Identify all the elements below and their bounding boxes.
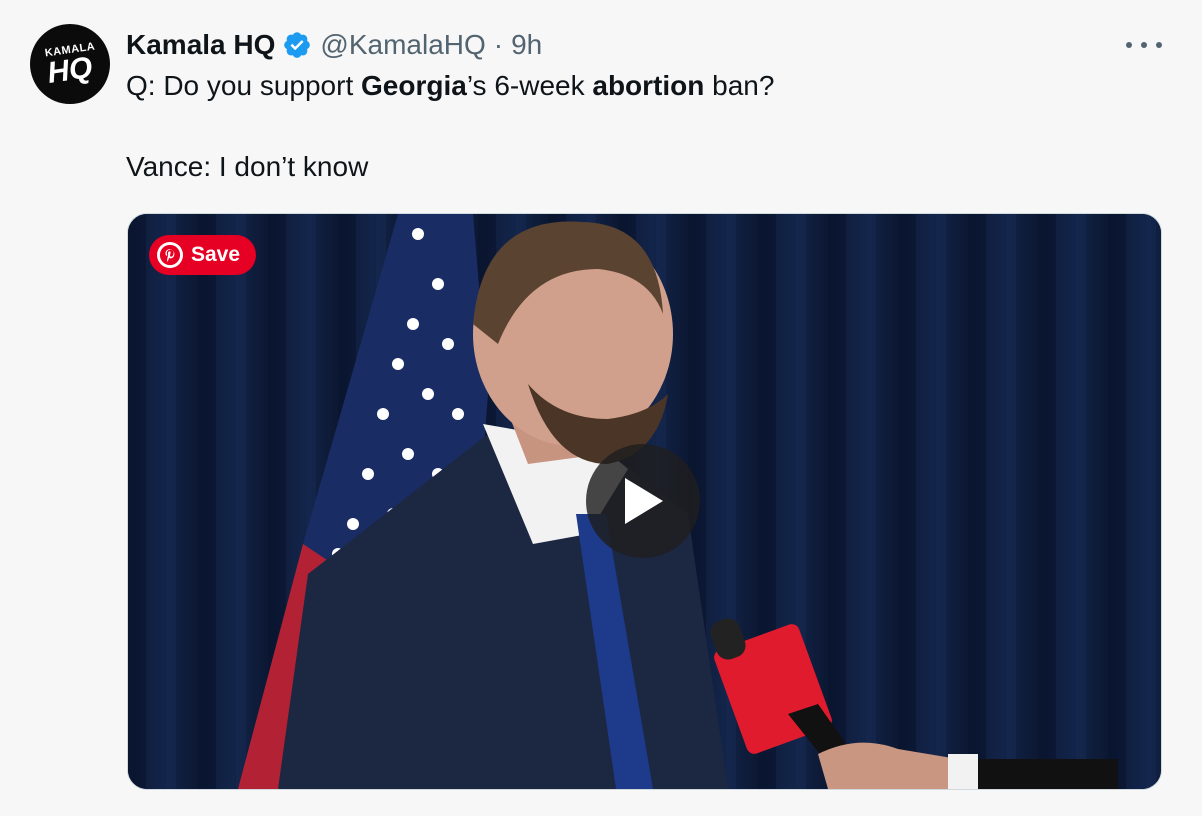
text-segment: ’s 6-week [466, 70, 593, 101]
pinterest-save-button[interactable]: Save [149, 235, 257, 275]
play-icon [625, 478, 663, 524]
handle[interactable]: @KamalaHQ [320, 29, 485, 61]
timestamp[interactable]: 9h [511, 29, 542, 61]
text-bold-abortion: abortion [592, 70, 705, 101]
display-name[interactable]: Kamala HQ [126, 29, 275, 61]
verified-badge-icon [282, 30, 312, 60]
tweet-text-line-1: Q: Do you support Georgia’s 6-week abort… [126, 70, 774, 102]
text-segment: ban? [704, 70, 775, 101]
text-segment: Q: Do you support [126, 70, 362, 101]
pinterest-icon [157, 242, 183, 268]
text-bold-georgia: Georgia [361, 70, 467, 101]
tweet-header: Kamala HQ @KamalaHQ · 9h [126, 26, 542, 64]
tweet-text-line-2: Vance: I don’t know [126, 151, 369, 182]
separator-dot: · [493, 29, 504, 60]
more-horizontal-icon[interactable] [1126, 30, 1162, 60]
tweet[interactable]: KAMALA HQ Kamala HQ @KamalaHQ · 9h Q: Do… [0, 0, 1202, 816]
avatar[interactable]: KAMALA HQ [30, 24, 110, 104]
save-label: Save [191, 243, 241, 266]
video-player[interactable]: Save [127, 213, 1162, 790]
play-button[interactable] [586, 444, 700, 558]
